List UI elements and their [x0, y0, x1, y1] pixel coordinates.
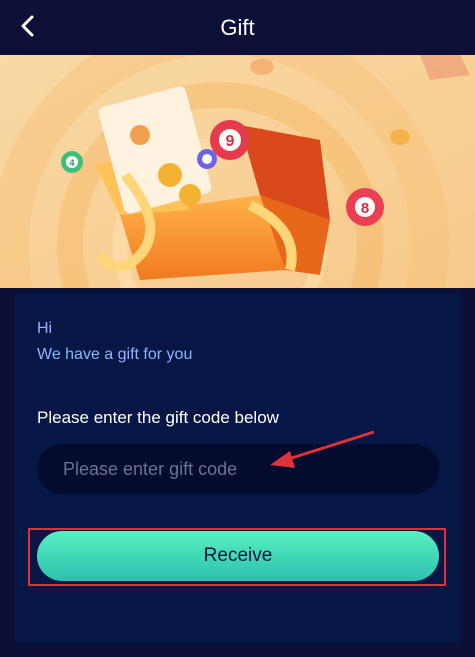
gift-code-prompt: Please enter the gift code below	[37, 408, 279, 427]
svg-text:9: 9	[226, 133, 235, 150]
gift-card: Hi We have a gift for you Please enter t…	[14, 293, 461, 643]
svg-text:8: 8	[361, 200, 369, 217]
gift-code-input[interactable]	[37, 444, 439, 494]
svg-text:4: 4	[69, 158, 74, 168]
chevron-left-icon	[21, 15, 34, 37]
gift-message: We have a gift for you	[37, 346, 193, 363]
receive-button[interactable]: Receive	[37, 531, 439, 581]
gift-banner: 9 8 4	[0, 55, 475, 288]
greeting-text: Hi	[37, 320, 53, 337]
lottery-ball-9: 9	[210, 120, 250, 160]
page-title: Gift	[220, 14, 255, 40]
lottery-ball-4: 4	[61, 151, 83, 173]
lottery-ball-8: 8	[346, 188, 384, 226]
back-button[interactable]	[14, 12, 42, 40]
top-bar: Gift	[0, 0, 475, 55]
